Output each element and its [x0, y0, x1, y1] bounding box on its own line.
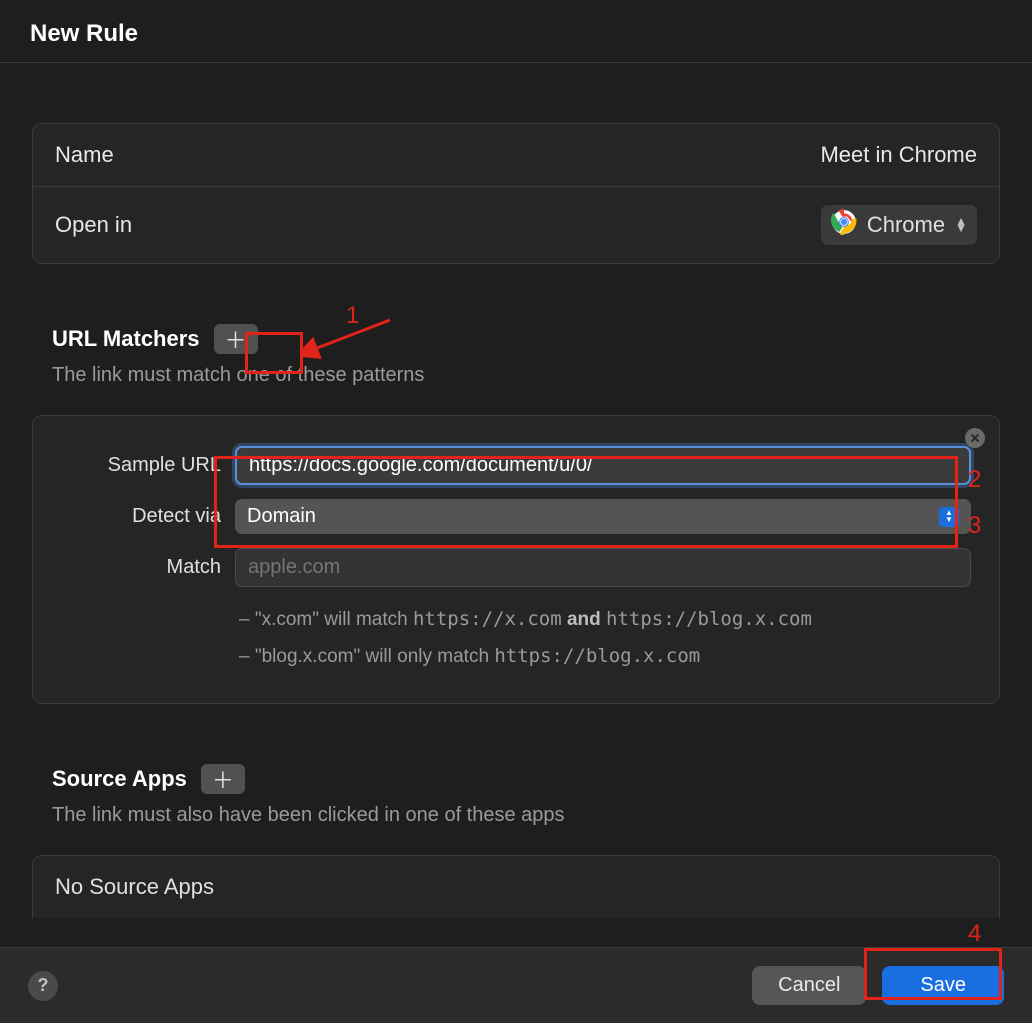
url-matchers-subtitle: The link must match one of these pattern…: [32, 364, 1000, 387]
match-hints: – "x.com" will match https://x.com and h…: [61, 601, 971, 675]
plus-icon: ＋: [225, 323, 247, 355]
dialog-title: New Rule: [30, 20, 1002, 48]
dialog-header: New Rule: [0, 0, 1032, 63]
chevron-updown-icon: ▲▼: [939, 507, 959, 527]
sample-url-input[interactable]: [235, 446, 971, 485]
source-apps-subtitle: The link must also have been clicked in …: [32, 804, 1000, 827]
openin-value: Chrome: [867, 212, 945, 238]
openin-selector[interactable]: Chrome ▲▼: [821, 205, 977, 245]
plus-icon: ＋: [212, 763, 234, 795]
match-label: Match: [61, 556, 221, 579]
detect-via-value: Domain: [247, 505, 316, 528]
close-icon[interactable]: [965, 428, 985, 448]
help-button[interactable]: ?: [28, 971, 58, 1001]
rule-summary-card: Name Meet in Chrome Open in Chro: [32, 123, 1000, 264]
question-icon: ?: [38, 975, 49, 996]
source-apps-section: Source Apps ＋ The link must also have be…: [32, 764, 1000, 918]
dialog-footer: ? Cancel Save: [0, 947, 1032, 1023]
match-input[interactable]: [235, 548, 971, 587]
dialog-content: Name Meet in Chrome Open in Chro: [0, 63, 1032, 938]
name-value: Meet in Chrome: [820, 142, 977, 168]
url-matchers-section: URL Matchers ＋ The link must match one o…: [32, 324, 1000, 704]
chevron-updown-icon: ▲▼: [955, 218, 967, 232]
url-matchers-title: URL Matchers: [52, 326, 200, 352]
name-label: Name: [55, 142, 114, 168]
cancel-button[interactable]: Cancel: [752, 966, 866, 1005]
save-button[interactable]: Save: [882, 966, 1004, 1005]
add-source-app-button[interactable]: ＋: [201, 764, 245, 794]
source-apps-empty-card: No Source Apps: [32, 855, 1000, 918]
sample-url-label: Sample URL: [61, 454, 221, 477]
chrome-icon: [831, 209, 857, 241]
openin-label: Open in: [55, 212, 132, 238]
matcher-card: Sample URL Detect via Domain ▲▼ M: [32, 415, 1000, 704]
name-row[interactable]: Name Meet in Chrome: [33, 124, 999, 186]
detect-via-select[interactable]: Domain ▲▼: [235, 499, 971, 534]
openin-row[interactable]: Open in Chrome ▲▼: [33, 186, 999, 263]
source-apps-title: Source Apps: [52, 766, 187, 792]
add-matcher-button[interactable]: ＋: [214, 324, 258, 354]
detect-via-label: Detect via: [61, 505, 221, 528]
source-apps-empty-text: No Source Apps: [55, 874, 214, 899]
